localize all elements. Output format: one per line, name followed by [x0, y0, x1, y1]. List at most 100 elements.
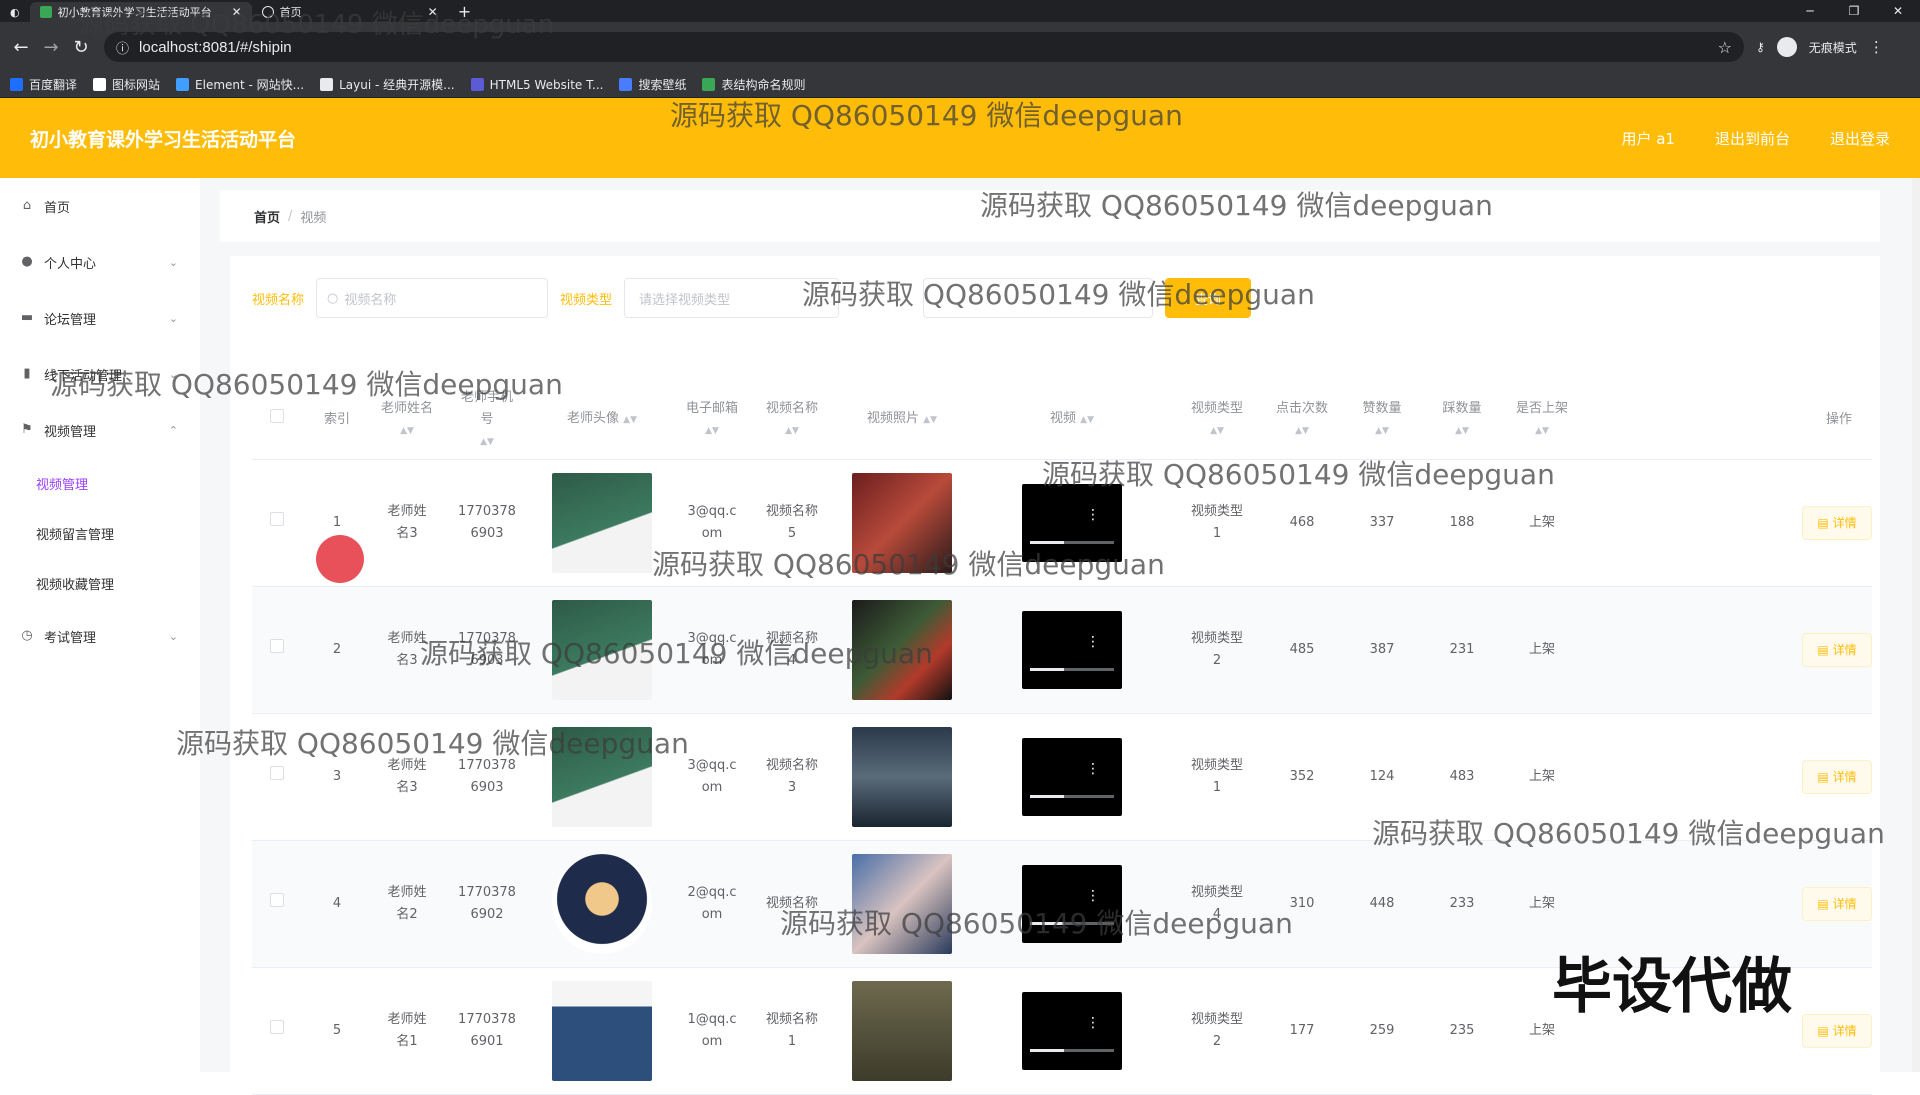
video-progress-bar[interactable] — [1030, 668, 1114, 671]
select-all-checkbox[interactable] — [270, 408, 284, 423]
breadcrumb-home[interactable]: 首页 — [254, 207, 280, 226]
header-clicks[interactable]: 点击次数 ▲▼ — [1262, 398, 1342, 442]
row-checkbox[interactable] — [270, 512, 284, 526]
sort-icon[interactable]: ▲▼ — [372, 420, 442, 442]
sort-icon[interactable]: ▲▼ — [1262, 420, 1342, 442]
sort-icon[interactable]: ▲▼ — [1502, 420, 1582, 442]
frontend-link[interactable]: 退出到前台 — [1715, 128, 1790, 149]
video-progress-bar[interactable] — [1030, 922, 1114, 925]
back-icon[interactable]: ← — [6, 37, 36, 58]
restore-icon[interactable]: ❐ — [1832, 4, 1876, 18]
header-likes[interactable]: 赞数量 ▲▼ — [1342, 398, 1422, 442]
teacher-avatar-image[interactable] — [552, 600, 652, 700]
sort-icon[interactable]: ▲▼ — [1342, 420, 1422, 442]
info-icon[interactable]: ⓘ — [116, 38, 129, 57]
sort-icon[interactable]: ▲▼ — [752, 420, 832, 442]
key-icon[interactable]: ⚷ — [1756, 40, 1765, 54]
header-video-name[interactable]: 视频名称 ▲▼ — [752, 398, 832, 442]
detail-button[interactable]: ▤ 详情 — [1802, 633, 1872, 667]
video-photo-image[interactable] — [852, 600, 952, 700]
row-checkbox[interactable] — [270, 893, 284, 907]
submenu-item-video-favorites[interactable]: 视频收藏管理 — [0, 558, 200, 608]
video-photo-image[interactable] — [852, 981, 952, 1081]
header-video[interactable]: 视频 ▲▼ — [972, 408, 1172, 431]
bookmark-item[interactable]: 搜索壁纸 — [619, 76, 686, 93]
video-player[interactable]: ⋮ — [1022, 738, 1122, 816]
bookmark-item[interactable]: 表结构命名规则 — [702, 76, 805, 93]
teacher-avatar-image[interactable] — [552, 854, 652, 954]
more-menu-icon[interactable]: ⋮ — [1869, 38, 1884, 56]
teacher-avatar-image[interactable] — [552, 981, 652, 1081]
video-type-select[interactable]: 请选择视频类型 — [624, 278, 840, 318]
bookmark-star-icon[interactable]: ☆ — [1718, 38, 1732, 57]
video-name-input[interactable]: ○ 视频名称 — [316, 278, 549, 318]
user-link[interactable]: 用户 a1 — [1621, 128, 1675, 149]
sort-icon[interactable]: ▲▼ — [623, 415, 637, 425]
video-player[interactable]: ⋮ — [1022, 992, 1122, 1070]
header-dislikes[interactable]: 踩数量 ▲▼ — [1422, 398, 1502, 442]
bookmark-item[interactable]: HTML5 Website T... — [470, 78, 603, 92]
close-tab-icon[interactable]: ✕ — [232, 5, 242, 19]
video-progress-bar[interactable] — [1030, 795, 1114, 798]
browser-tab[interactable]: 首页 ✕ — [252, 2, 448, 22]
new-tab-icon[interactable]: + — [448, 2, 481, 22]
header-teacher-phone[interactable]: 老师手机号 ▲▼ — [442, 387, 532, 453]
sort-icon[interactable]: ▲▼ — [923, 415, 937, 425]
header-on-shelf[interactable]: 是否上架 ▲▼ — [1502, 398, 1582, 442]
logout-link[interactable]: 退出登录 — [1830, 128, 1890, 149]
video-more-icon[interactable]: ⋮ — [1086, 758, 1100, 780]
row-checkbox[interactable] — [270, 1020, 284, 1034]
sort-icon[interactable]: ▲▼ — [672, 420, 752, 442]
header-teacher-avatar[interactable]: 老师头像 ▲▼ — [532, 408, 672, 431]
forward-icon[interactable]: → — [36, 37, 66, 58]
submenu-item-video-comments[interactable]: 视频留言管理 — [0, 508, 200, 558]
detail-button[interactable]: ▤ 详情 — [1802, 506, 1872, 540]
submenu-item-video-manage[interactable]: 视频管理 — [0, 458, 200, 508]
page-scrollbar[interactable] — [1912, 178, 1920, 1072]
video-photo-image[interactable] — [852, 727, 952, 827]
header-video-photo[interactable]: 视频照片 ▲▼ — [832, 408, 972, 431]
video-more-icon[interactable]: ⋮ — [1086, 885, 1100, 907]
video-more-icon[interactable]: ⋮ — [1086, 504, 1100, 526]
detail-button[interactable]: ▤ 详情 — [1802, 887, 1872, 921]
detail-button[interactable]: ▤ 详情 — [1802, 1014, 1872, 1048]
browser-tab-active[interactable]: 初小教育课外学习生活活动平台 ✕ — [29, 2, 252, 22]
minimize-icon[interactable]: ─ — [1788, 4, 1832, 18]
sort-icon[interactable]: ▲▼ — [1422, 420, 1502, 442]
sidebar-item-offline-activity[interactable]: ▮ 线下活动管理 ⌄ — [0, 346, 200, 402]
video-photo-image[interactable] — [852, 854, 952, 954]
video-progress-bar[interactable] — [1030, 541, 1114, 544]
browser-menu-icon[interactable]: ◐ — [0, 2, 30, 22]
address-bar[interactable]: ⓘ localhost:8081/#/shipin ☆ — [104, 32, 1744, 62]
sort-icon[interactable]: ▲▼ — [1080, 415, 1094, 425]
teacher-avatar-image[interactable] — [552, 473, 652, 573]
bookmark-item[interactable]: 百度翻译 — [10, 76, 77, 93]
bookmark-item[interactable]: Layui - 经典开源模... — [320, 76, 455, 93]
teacher-avatar-image[interactable] — [552, 727, 652, 827]
video-progress-bar[interactable] — [1030, 1049, 1114, 1052]
video-more-icon[interactable]: ⋮ — [1086, 631, 1100, 653]
sidebar-item-video[interactable]: ⚑ 视频管理 ⌃ — [0, 402, 200, 458]
video-photo-image[interactable] — [852, 473, 952, 573]
header-email[interactable]: 电子邮箱 ▲▼ — [672, 398, 752, 442]
search-button[interactable]: 查询 — [1165, 278, 1252, 318]
detail-button[interactable]: ▤ 详情 — [1802, 760, 1872, 794]
video-more-icon[interactable]: ⋮ — [1086, 1012, 1100, 1034]
bookmark-item[interactable]: Element - 网站快... — [176, 76, 304, 93]
header-video-type[interactable]: 视频类型 ▲▼ — [1172, 398, 1262, 442]
sidebar-item-exam[interactable]: ◷ 考试管理 ⌄ — [0, 608, 200, 664]
bookmark-item[interactable]: 图标网站 — [93, 76, 160, 93]
sidebar-item-home[interactable]: ⌂ 首页 — [0, 178, 200, 234]
video-player[interactable]: ⋮ — [1022, 484, 1122, 562]
incognito-icon[interactable] — [1776, 37, 1797, 57]
sidebar-item-personal[interactable]: ● 个人中心 ⌄ — [0, 234, 200, 290]
header-teacher-name[interactable]: 老师姓名 ▲▼ — [372, 398, 442, 442]
close-tab-icon[interactable]: ✕ — [428, 5, 438, 19]
sort-icon[interactable]: ▲▼ — [442, 431, 532, 453]
video-player[interactable]: ⋮ — [1022, 611, 1122, 689]
reload-icon[interactable]: ↻ — [66, 37, 96, 58]
row-checkbox[interactable] — [270, 639, 284, 653]
extra-input[interactable] — [923, 278, 1154, 318]
video-player[interactable]: ⋮ — [1022, 865, 1122, 943]
sidebar-item-forum[interactable]: ▬ 论坛管理 ⌄ — [0, 290, 200, 346]
